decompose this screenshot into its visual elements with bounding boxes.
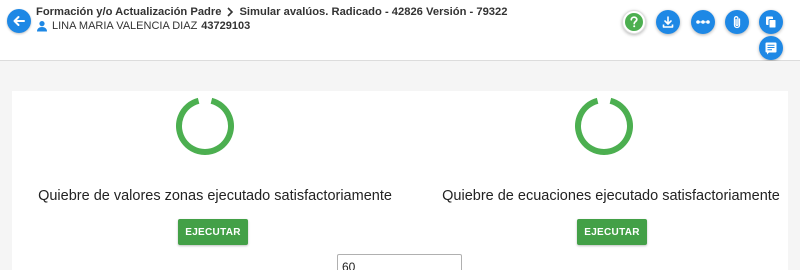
user-name: LINA MARIA VALENCIA DIAZ bbox=[52, 20, 198, 32]
zones-status-text: Quiebre de valores zonas ejecutado satis… bbox=[38, 188, 392, 204]
execute-zones-button[interactable]: EJECUTAR bbox=[178, 219, 248, 245]
back-button[interactable] bbox=[7, 9, 31, 33]
user-info: LINA MARIA VALENCIA DIAZ 43729103 bbox=[36, 20, 250, 32]
download-icon bbox=[662, 16, 674, 28]
zones-spinner-icon bbox=[176, 97, 234, 155]
breadcrumb: Formación y/o Actualización Padre Simula… bbox=[36, 6, 507, 18]
copy-button[interactable] bbox=[759, 10, 783, 34]
notes-icon bbox=[765, 42, 777, 55]
arrow-left-icon bbox=[13, 16, 25, 26]
notes-button[interactable] bbox=[759, 36, 783, 60]
equations-spinner-icon bbox=[575, 97, 633, 155]
breadcrumb-current: Simular avalúos. Radicado - 42826 Versió… bbox=[239, 6, 508, 18]
user-id: 43729103 bbox=[201, 20, 251, 32]
paperclip-icon bbox=[733, 16, 741, 29]
equations-process: Quiebre de ecuaciones ejecutado satisfac… bbox=[400, 91, 788, 270]
more-horizontal-icon bbox=[696, 20, 710, 24]
equations-status-text: Quiebre de ecuaciones ejecutado satisfac… bbox=[442, 188, 780, 204]
content-area: Quiebre de valores zonas ejecutado satis… bbox=[0, 61, 800, 270]
process-panel: Quiebre de valores zonas ejecutado satis… bbox=[12, 91, 788, 270]
download-button[interactable] bbox=[656, 10, 680, 34]
attach-button[interactable] bbox=[725, 10, 749, 34]
page: Formación y/o Actualización Padre Simula… bbox=[0, 0, 800, 270]
chevron-right-icon bbox=[226, 7, 234, 17]
more-button[interactable] bbox=[691, 10, 715, 34]
execute-equations-button[interactable]: EJECUTAR bbox=[577, 219, 647, 245]
help-icon bbox=[625, 13, 643, 31]
user-icon bbox=[36, 20, 48, 32]
value-input[interactable] bbox=[337, 254, 462, 270]
help-button[interactable] bbox=[622, 10, 646, 34]
header: Formación y/o Actualización Padre Simula… bbox=[0, 0, 800, 61]
breadcrumb-parent[interactable]: Formación y/o Actualización Padre bbox=[36, 6, 221, 18]
copy-icon bbox=[766, 16, 777, 29]
zones-process: Quiebre de valores zonas ejecutado satis… bbox=[12, 91, 400, 270]
